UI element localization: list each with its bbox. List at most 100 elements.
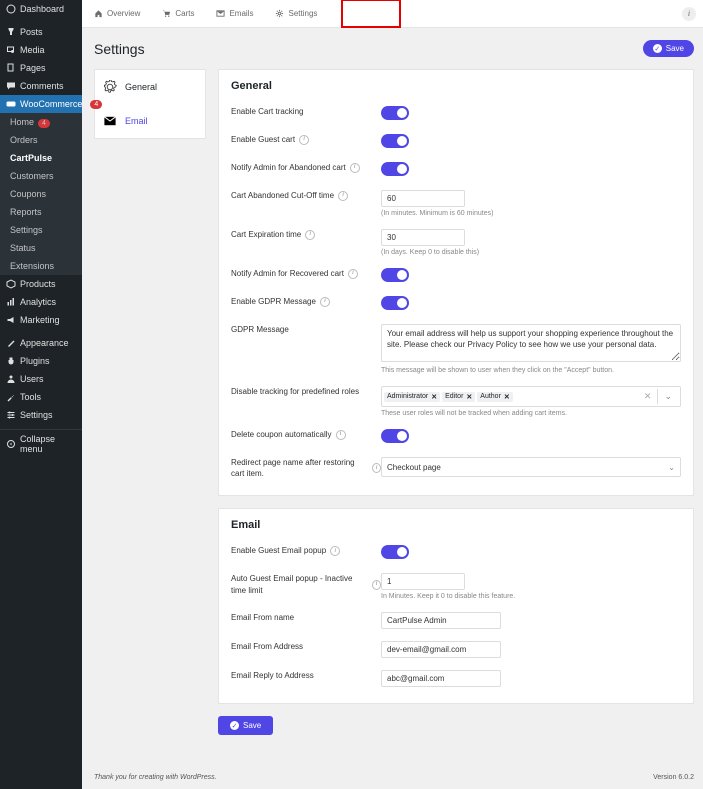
sidebar-item-tools[interactable]: Tools (0, 388, 82, 406)
sidebar-item-analytics[interactable]: Analytics (0, 293, 82, 311)
gauge-icon (6, 4, 16, 14)
cart-icon (162, 9, 171, 18)
footer-thank: Thank you for creating with WordPress. (94, 774, 217, 781)
box-icon (6, 279, 16, 289)
info-icon[interactable]: i (299, 135, 309, 145)
home-icon (94, 9, 103, 18)
label-popup: Enable Guest Email popupi (231, 545, 381, 556)
sidebar-item-comments[interactable]: Comments (0, 77, 82, 95)
woo-sub-settings[interactable]: Settings (0, 221, 82, 239)
sidebar-item-products[interactable]: Products (0, 275, 82, 293)
textarea-gdpr-msg[interactable] (381, 324, 681, 362)
input-cutoff[interactable] (381, 190, 465, 207)
mail-icon (103, 114, 117, 128)
top-tabs: Overview Carts Emails Settings i (82, 0, 703, 28)
remove-tag-icon[interactable]: ✕ (466, 393, 472, 401)
info-icon[interactable]: i (372, 463, 381, 473)
sidebar-item-posts[interactable]: Posts (0, 23, 82, 41)
info-icon[interactable]: i (350, 163, 360, 173)
woo-badge: 4 (90, 100, 102, 109)
info-icon[interactable]: i (338, 191, 348, 201)
select-redirect[interactable]: Checkout page⌄ (381, 457, 681, 477)
subnav-email[interactable]: Email (95, 104, 205, 138)
label-cutoff: Cart Abandoned Cut-Off timei (231, 190, 381, 201)
input-reply-to[interactable] (381, 670, 501, 687)
sidebar-item-woocommerce[interactable]: WooCommerce4 (0, 95, 82, 113)
gear-icon (103, 80, 117, 94)
chevron-down-icon[interactable]: ⌄ (657, 389, 678, 404)
info-icon[interactable]: i (330, 546, 340, 556)
subnav-general[interactable]: General (95, 70, 205, 104)
info-icon[interactable]: i (305, 230, 315, 240)
input-expire[interactable] (381, 229, 465, 246)
info-icon[interactable]: i (348, 269, 358, 279)
brush-icon (6, 338, 16, 348)
label-redirect: Redirect page name after restoring cart … (231, 457, 381, 479)
info-icon[interactable]: i (682, 7, 696, 21)
save-button-bottom[interactable]: ✓Save (218, 716, 273, 735)
remove-tag-icon[interactable]: ✕ (431, 393, 437, 401)
sidebar-item-media[interactable]: Media (0, 41, 82, 59)
roles-multiselect[interactable]: Administrator✕ Editor✕ Author✕ ✕ ⌄ (381, 386, 681, 407)
woo-sub-cartpulse[interactable]: CartPulse (0, 149, 82, 167)
home-badge: 4 (38, 119, 50, 128)
tag-role: Author✕ (477, 392, 513, 402)
toggle-notify-abandoned[interactable] (381, 162, 409, 176)
highlight-box (341, 0, 401, 28)
sidebar-item-dashboard[interactable]: Dashboard (0, 0, 82, 18)
input-inactive[interactable] (381, 573, 465, 590)
tab-carts[interactable]: Carts (160, 3, 196, 24)
sidebar-item-marketing[interactable]: Marketing (0, 311, 82, 329)
woo-sub-coupons[interactable]: Coupons (0, 185, 82, 203)
label-enable-tracking: Enable Cart tracking (231, 106, 381, 117)
page-icon (6, 63, 16, 73)
label-from-name: Email From name (231, 612, 381, 623)
toggle-enable-guest[interactable] (381, 134, 409, 148)
tag-role: Administrator✕ (384, 392, 440, 402)
plug-icon (6, 356, 16, 366)
sidebar-collapse[interactable]: Collapse menu (0, 429, 82, 458)
tab-settings[interactable]: Settings (273, 3, 319, 24)
woo-sub-orders[interactable]: Orders (0, 131, 82, 149)
remove-tag-icon[interactable]: ✕ (504, 393, 510, 401)
info-icon[interactable]: i (372, 580, 381, 590)
collapse-icon (6, 439, 16, 449)
toggle-popup[interactable] (381, 545, 409, 559)
wrench-icon (6, 392, 16, 402)
woo-sub-extensions[interactable]: Extensions (0, 257, 82, 275)
woo-sub-reports[interactable]: Reports (0, 203, 82, 221)
footer-version: Version 6.0.2 (653, 774, 694, 781)
check-icon: ✓ (230, 721, 239, 730)
save-button-top[interactable]: ✓Save (643, 40, 694, 57)
toggle-enable-tracking[interactable] (381, 106, 409, 120)
sliders-icon (6, 410, 16, 420)
input-from-addr[interactable] (381, 641, 501, 658)
info-icon[interactable]: i (320, 297, 330, 307)
sidebar-item-plugins[interactable]: Plugins (0, 352, 82, 370)
gear-icon (275, 9, 284, 18)
help-gdpr: This message will be shown to user when … (381, 367, 681, 374)
help-inactive: In Minutes. Keep it 0 to disable this fe… (381, 593, 681, 600)
toggle-notify-recovered[interactable] (381, 268, 409, 282)
envelope-icon (216, 9, 225, 18)
toggle-enable-gdpr[interactable] (381, 296, 409, 310)
sidebar-item-pages[interactable]: Pages (0, 59, 82, 77)
help-expire: (In days. Keep 0 to disable this) (381, 249, 681, 256)
tab-emails[interactable]: Emails (214, 3, 255, 24)
user-icon (6, 374, 16, 384)
woo-sub-status[interactable]: Status (0, 239, 82, 257)
clear-tags-icon[interactable]: ✕ (644, 391, 656, 402)
sidebar-item-settings[interactable]: Settings (0, 406, 82, 424)
toggle-delete-coupon[interactable] (381, 429, 409, 443)
tab-overview[interactable]: Overview (92, 3, 142, 24)
panel-general: General Enable Cart tracking Enable Gues… (218, 69, 694, 496)
input-from-name[interactable] (381, 612, 501, 629)
info-icon[interactable]: i (336, 430, 346, 440)
woo-sub-customers[interactable]: Customers (0, 167, 82, 185)
general-heading: General (231, 80, 681, 92)
tag-role: Editor✕ (442, 392, 475, 402)
woo-sub-home[interactable]: Home4 (0, 113, 82, 131)
sidebar-item-appearance[interactable]: Appearance (0, 334, 82, 352)
comment-icon (6, 81, 16, 91)
sidebar-item-users[interactable]: Users (0, 370, 82, 388)
